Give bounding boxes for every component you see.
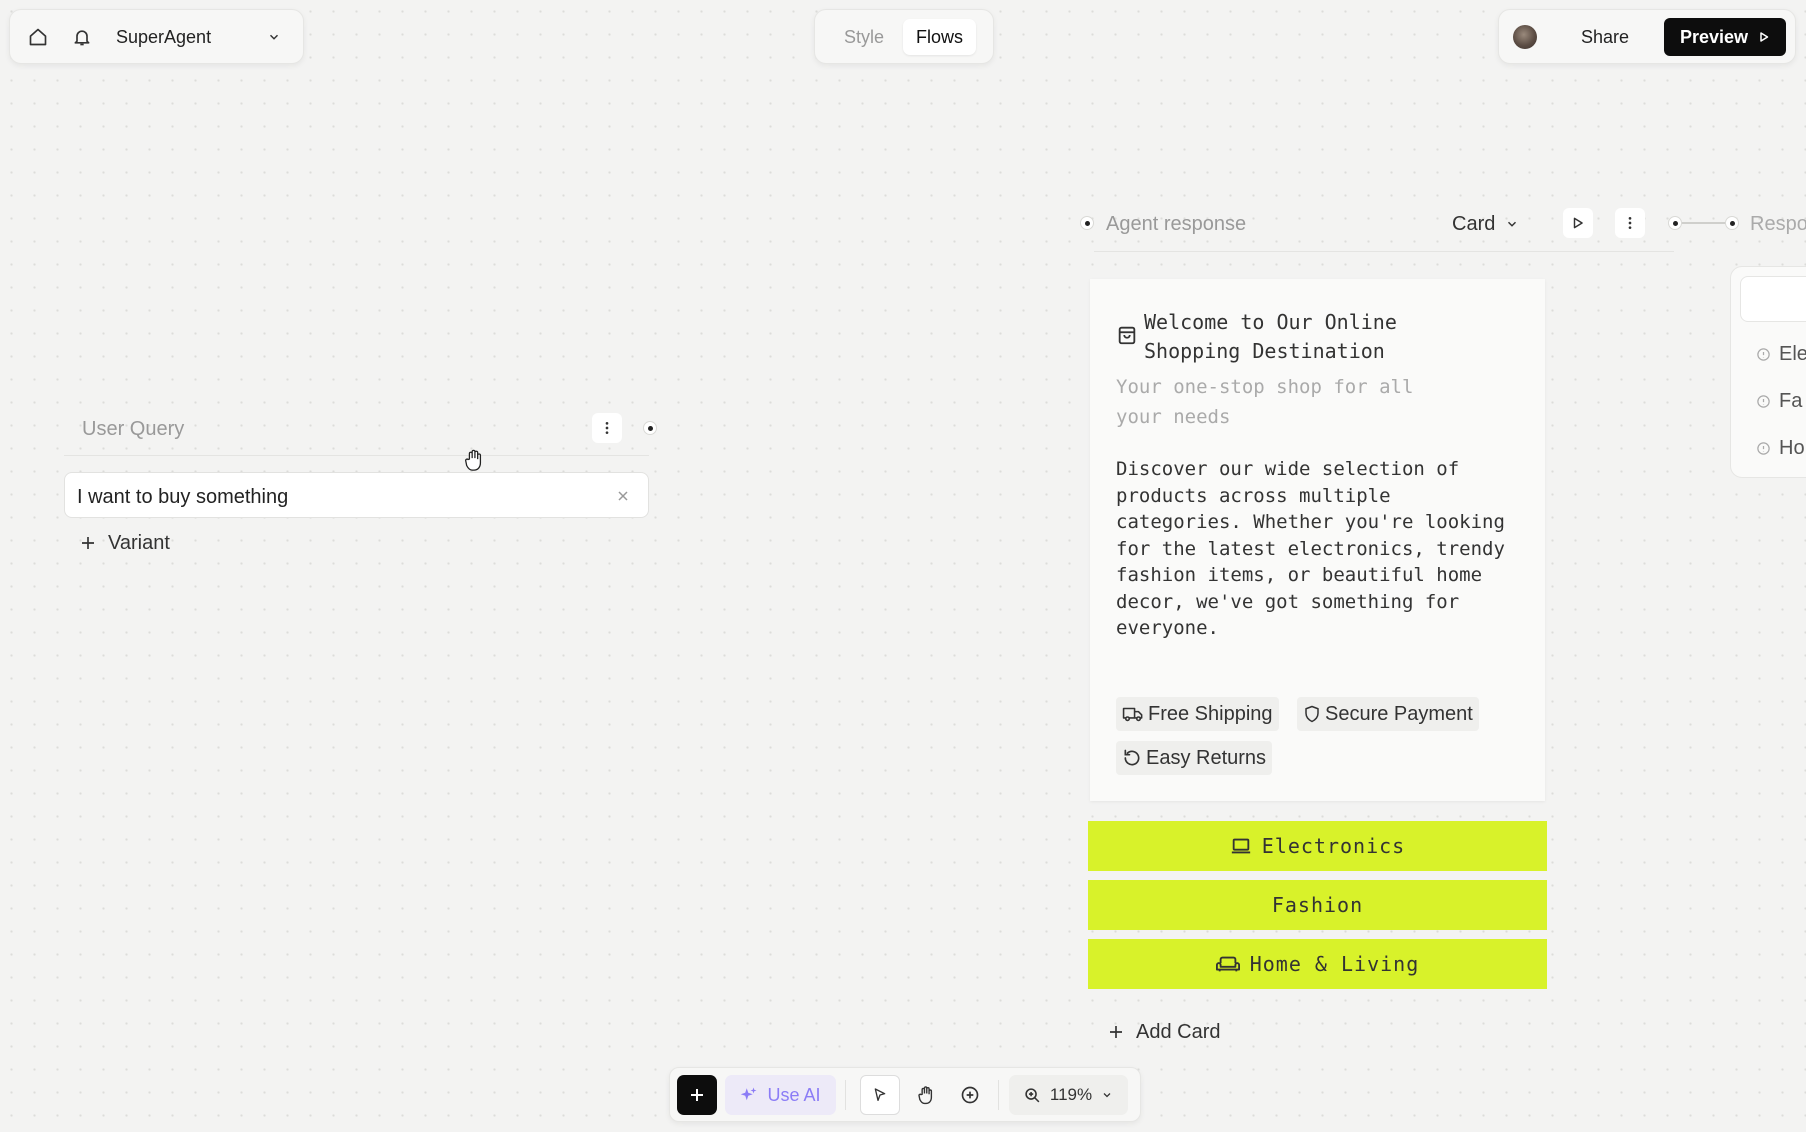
feature-tag: Secure Payment [1297,697,1479,731]
home-icon[interactable] [23,22,53,52]
card-subtitle: Your one-stop shop for all your needs [1116,376,1414,428]
add-comment-icon[interactable] [950,1075,990,1115]
response-type-select[interactable]: Card [1452,209,1519,239]
card-title: Welcome to Our Online Shopping Destinati… [1144,310,1397,363]
actions-panel: Share Preview [1498,9,1796,64]
add-card-button[interactable]: Add Card [1108,1016,1221,1048]
preview-label: Preview [1679,26,1749,47]
run-play-icon[interactable] [1563,208,1593,238]
connector-handle-out[interactable] [1668,216,1682,230]
chevron-down-icon[interactable] [259,22,289,52]
next-list-item: Fa [1756,390,1802,413]
user-query-title: User Query [82,418,185,440]
add-variant-button[interactable]: Variant [80,528,170,558]
response-card[interactable]: Welcome to Our Online Shopping Destinati… [1090,279,1545,801]
home-living-button[interactable]: Home & Living [1088,939,1547,989]
grab-cursor-icon [465,449,482,471]
next-list-item-label: Ho [1779,437,1805,459]
add-variant-label: Variant [108,531,170,554]
project-name[interactable]: SuperAgent [116,27,211,48]
next-list-item-label: Ele [1779,343,1806,365]
share-label: Share [1580,26,1630,47]
agent-response-header[interactable]: Agent response Card [1094,196,1674,252]
response-type-value: Card [1452,212,1496,235]
sparkles-icon [741,1087,757,1101]
home-living-label: Home & Living [1249,952,1420,976]
zoom-value: 119% [1049,1085,1093,1104]
tab-flows[interactable]: Flows [903,19,976,55]
tab-flows-label: Flows [915,26,963,47]
agent-response-title: Agent response [1106,213,1247,235]
more-vertical-icon[interactable] [592,413,622,443]
chevron-down-icon [1103,1093,1111,1098]
feature-tag-label: Secure Payment [1325,702,1473,725]
user-query-input[interactable]: I want to buy something [64,472,649,518]
pointer-tool-icon[interactable] [860,1075,900,1115]
next-list-item: Ele [1756,343,1806,366]
plus-icon [82,537,94,549]
tab-style[interactable]: Style [844,27,884,48]
toolbar-divider [998,1080,999,1110]
connector-handle[interactable] [643,421,657,435]
toolbar-divider [845,1080,846,1110]
electronics-button[interactable]: Electronics [1088,821,1547,871]
shopping-bag-icon [1118,326,1136,345]
play-icon [1760,32,1769,42]
preview-button[interactable]: Preview [1664,18,1786,56]
zoom-control[interactable]: 119% [1009,1075,1128,1115]
laptop-icon [1231,838,1250,854]
rotate-ccw-icon [1124,749,1140,766]
info-icon [1757,395,1770,408]
feature-tag-label: Easy Returns [1146,746,1267,769]
bell-icon[interactable] [67,22,97,52]
card-body: Discover our wide selection of products … [1116,458,1505,639]
next-node-title: Respo [1750,213,1806,235]
add-node-button[interactable] [677,1075,717,1115]
feature-tag: Easy Returns [1116,741,1273,775]
chevron-down-icon [1508,221,1517,227]
fashion-button[interactable]: Fashion [1088,880,1547,930]
plus-icon [1110,1026,1122,1038]
info-icon [1757,348,1770,361]
feature-tag-label: Free Shipping [1148,702,1273,725]
connector-handle-in[interactable] [1080,216,1094,230]
add-card-label: Add Card [1136,1020,1221,1043]
avatar[interactable] [1513,25,1537,49]
truck-icon [1122,707,1143,722]
feature-tag: Free Shipping [1116,697,1279,731]
info-icon [1757,442,1770,455]
close-icon[interactable] [608,481,638,511]
use-ai-label: Use AI [767,1084,821,1105]
plus-icon [691,1089,703,1101]
next-list-item: Ho [1756,437,1805,460]
fashion-label: Fashion [1271,893,1364,917]
user-query-node[interactable]: User Query [64,400,649,456]
share-button[interactable]: Share [1564,18,1646,56]
next-node-field [1740,276,1806,322]
user-query-input-value: I want to buy something [77,486,289,508]
hand-tool-icon[interactable] [906,1075,946,1115]
next-list-item-label: Fa [1779,390,1803,412]
connector-handle-next[interactable] [1725,216,1739,230]
electronics-label: Electronics [1261,834,1406,858]
more-vertical-icon[interactable] [1615,208,1645,238]
bottom-toolbar: Use AI 119% [669,1067,1141,1122]
project-panel: SuperAgent [9,9,304,64]
zoom-icon [1025,1087,1040,1102]
sofa-icon [1215,956,1240,972]
use-ai-button[interactable]: Use AI [725,1075,836,1115]
shield-icon [1305,705,1319,723]
mode-tabs: Style Flows [814,9,994,64]
